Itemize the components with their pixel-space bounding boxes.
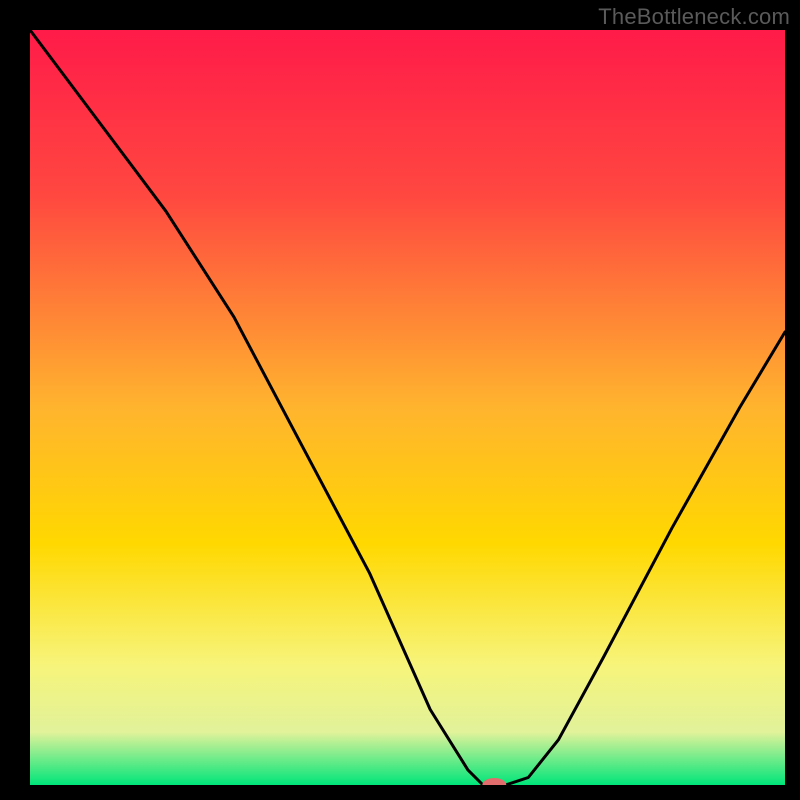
plot-svg	[30, 30, 785, 785]
watermark-text: TheBottleneck.com	[598, 4, 790, 30]
chart-frame: TheBottleneck.com	[0, 0, 800, 800]
plot-area	[30, 30, 785, 785]
plot-background	[30, 30, 785, 785]
